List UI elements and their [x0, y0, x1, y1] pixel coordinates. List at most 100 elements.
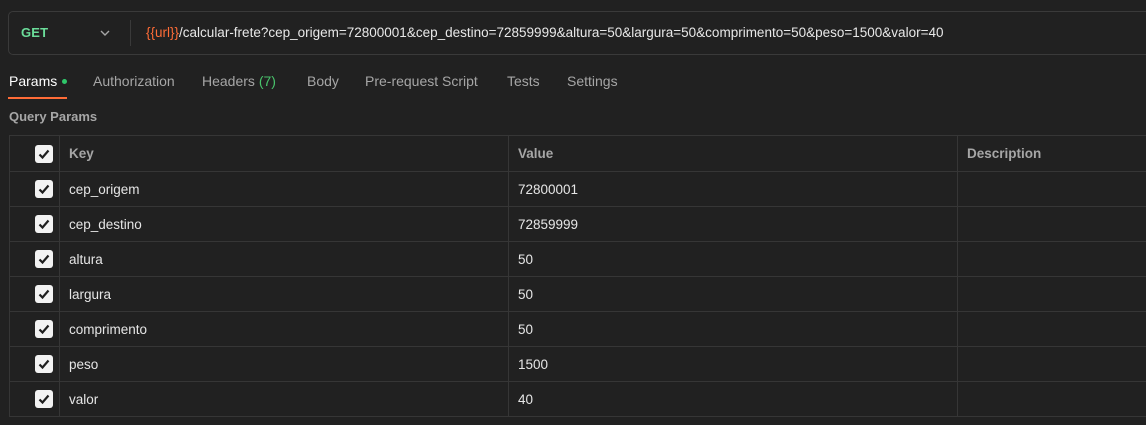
- tab-authorization[interactable]: Authorization: [93, 62, 175, 100]
- value-header-label: Value: [518, 146, 554, 161]
- param-description: [958, 392, 967, 407]
- row-checkbox-cell: [9, 276, 60, 312]
- param-key: cep_origem: [69, 181, 140, 197]
- param-key-cell[interactable]: peso: [59, 346, 509, 382]
- request-tabs: Params Authorization Headers (7) Body Pr…: [0, 62, 1146, 100]
- param-description-cell[interactable]: [957, 276, 1146, 312]
- row-checkbox-cell: [9, 206, 60, 242]
- param-description: [958, 217, 967, 232]
- table-row: altura 50: [9, 241, 1146, 277]
- row-checkbox-cell: [9, 311, 60, 347]
- key-column-header: Key: [59, 135, 509, 172]
- table-row: peso 1500: [9, 346, 1146, 382]
- request-url-bar: GET {{url}}/calcular-frete?cep_origem=72…: [8, 11, 1146, 55]
- check-icon: [38, 219, 50, 230]
- tab-label: Pre-request Script: [365, 73, 478, 89]
- url-path: /calcular-frete?cep_origem=72800001&cep_…: [179, 25, 944, 40]
- param-value-cell[interactable]: 50: [508, 311, 958, 347]
- table-row: cep_origem 72800001: [9, 171, 1146, 207]
- row-checkbox[interactable]: [35, 180, 53, 198]
- param-value-cell[interactable]: 50: [508, 276, 958, 312]
- description-header-label: Description: [967, 146, 1042, 161]
- param-value-cell[interactable]: 1500: [508, 346, 958, 382]
- chevron-down-icon[interactable]: [99, 28, 111, 38]
- check-icon: [38, 254, 50, 265]
- tab-label: Body: [307, 73, 339, 89]
- row-checkbox[interactable]: [35, 285, 53, 303]
- tab-params[interactable]: Params: [9, 62, 68, 100]
- param-key: altura: [69, 251, 103, 267]
- param-description: [958, 182, 967, 197]
- param-key: peso: [69, 356, 99, 372]
- params-body: cep_origem 72800001 cep_destino 72859999 alt…: [9, 171, 1146, 417]
- check-icon: [38, 324, 50, 335]
- param-key-cell[interactable]: largura: [59, 276, 509, 312]
- param-value: 50: [518, 321, 534, 337]
- param-description-cell[interactable]: [957, 381, 1146, 417]
- tab-headers[interactable]: Headers (7): [202, 62, 276, 100]
- param-description-cell[interactable]: [957, 311, 1146, 347]
- tab-label: Params: [9, 73, 58, 89]
- param-key-cell[interactable]: valor: [59, 381, 509, 417]
- table-header-row: Key Value Description: [9, 135, 1146, 172]
- url-divider: [130, 20, 131, 46]
- param-description-cell[interactable]: [957, 206, 1146, 242]
- param-value: 72800001: [518, 181, 579, 197]
- row-checkbox[interactable]: [35, 355, 53, 373]
- method-selector[interactable]: GET: [21, 12, 48, 54]
- param-description: [958, 357, 967, 372]
- url-input[interactable]: {{url}}/calcular-frete?cep_origem=728000…: [146, 12, 943, 54]
- param-value: 72859999: [518, 216, 579, 232]
- param-description-cell[interactable]: [957, 171, 1146, 207]
- select-all-checkbox[interactable]: [35, 144, 53, 163]
- row-checkbox[interactable]: [35, 320, 53, 338]
- headers-count: (7): [258, 73, 276, 89]
- row-checkbox-cell: [9, 381, 60, 417]
- tab-label: Headers: [202, 73, 255, 89]
- check-icon: [38, 289, 50, 300]
- table-row: cep_destino 72859999: [9, 206, 1146, 242]
- param-key: comprimento: [69, 321, 148, 337]
- check-icon: [38, 149, 50, 159]
- param-key: largura: [69, 286, 112, 302]
- param-value: 50: [518, 286, 534, 302]
- url-variable: {{url}}: [146, 25, 180, 40]
- tab-pre-request-script[interactable]: Pre-request Script: [365, 62, 478, 100]
- row-checkbox[interactable]: [35, 250, 53, 268]
- tab-tests[interactable]: Tests: [507, 62, 540, 100]
- tab-label: Authorization: [93, 73, 175, 89]
- param-description-cell[interactable]: [957, 346, 1146, 382]
- param-value-cell[interactable]: 72800001: [508, 171, 958, 207]
- param-description-cell[interactable]: [957, 241, 1146, 277]
- row-checkbox-cell: [9, 241, 60, 277]
- param-value: 1500: [518, 356, 549, 372]
- row-checkbox[interactable]: [35, 215, 53, 233]
- tab-label: Tests: [507, 73, 540, 89]
- param-key-cell[interactable]: cep_destino: [59, 206, 509, 242]
- param-value-cell[interactable]: 40: [508, 381, 958, 417]
- method-label: GET: [21, 25, 49, 40]
- param-key-cell[interactable]: altura: [59, 241, 509, 277]
- params-active-dot: [62, 78, 68, 84]
- tab-body[interactable]: Body: [307, 62, 339, 100]
- query-params-title: Query Params: [9, 109, 98, 124]
- tab-label: Settings: [567, 73, 618, 89]
- row-checkbox[interactable]: [35, 390, 53, 408]
- value-column-header: Value: [508, 135, 958, 172]
- description-column-header: Description: [957, 135, 1146, 172]
- param-key: cep_destino: [69, 216, 142, 232]
- row-checkbox-cell: [9, 171, 60, 207]
- param-key-cell[interactable]: comprimento: [59, 311, 509, 347]
- tab-settings[interactable]: Settings: [567, 62, 618, 100]
- active-tab-indicator: [8, 97, 67, 99]
- check-icon: [38, 394, 50, 405]
- check-icon: [38, 359, 50, 370]
- param-value: 50: [518, 251, 534, 267]
- param-value-cell[interactable]: 50: [508, 241, 958, 277]
- query-params-table: Key Value Description cep_origem 72800001…: [9, 135, 1146, 417]
- key-header-label: Key: [69, 146, 94, 161]
- table-row: valor 40: [9, 381, 1146, 417]
- row-checkbox-cell: [9, 346, 60, 382]
- param-key-cell[interactable]: cep_origem: [59, 171, 509, 207]
- param-value-cell[interactable]: 72859999: [508, 206, 958, 242]
